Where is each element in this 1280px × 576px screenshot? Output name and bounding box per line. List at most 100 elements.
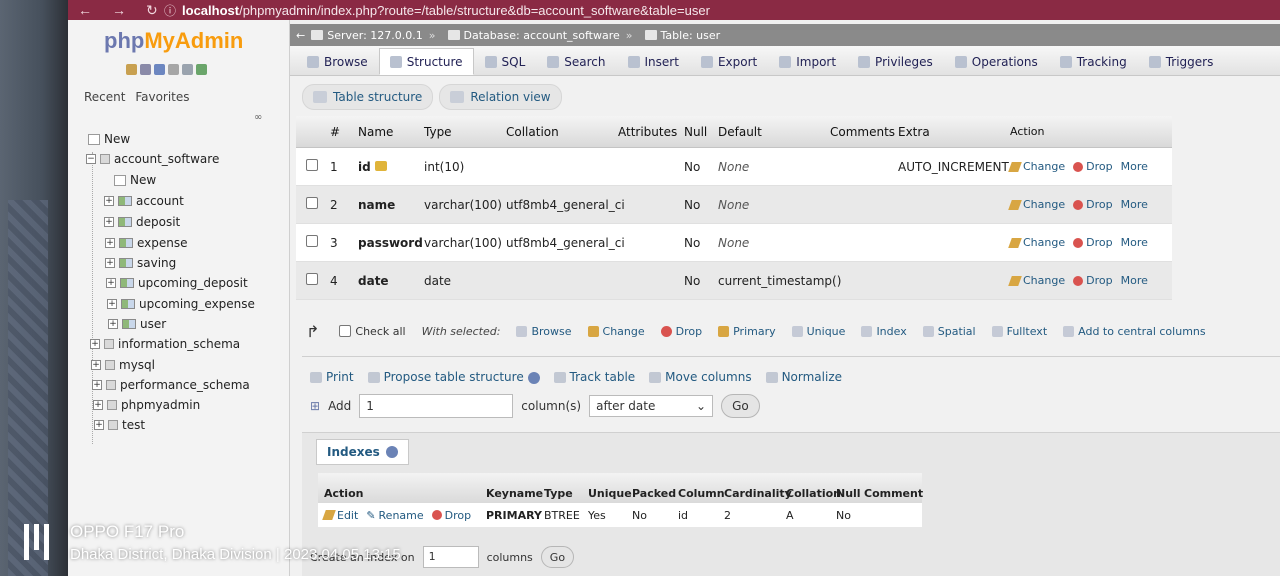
tree-item-mysql[interactable]: + mysql <box>91 358 155 372</box>
move-columns-link[interactable]: Move columns <box>649 370 752 384</box>
collapse-icon[interactable]: − <box>86 154 96 164</box>
expand-icon[interactable]: + <box>105 238 115 248</box>
breadcrumb-server[interactable]: Server: 127.0.0.1 <box>327 29 423 42</box>
bulk-unique-button[interactable]: Unique <box>791 325 845 338</box>
tab-browse[interactable]: Browse <box>296 48 379 75</box>
tab-insert[interactable]: Insert <box>617 48 690 75</box>
expand-icon[interactable]: + <box>105 258 115 268</box>
expand-icon[interactable]: + <box>90 339 100 349</box>
tab-import[interactable]: Import <box>768 48 847 75</box>
settings-icon[interactable] <box>182 64 193 75</box>
tree-item-deposit[interactable]: + deposit <box>104 215 180 229</box>
expand-icon[interactable]: + <box>104 217 114 227</box>
subtab-relation-view[interactable]: Relation view <box>439 84 562 110</box>
expand-icon[interactable]: + <box>107 299 117 309</box>
tree-item-performance-schema[interactable]: + performance_schema <box>92 378 250 392</box>
link-icon[interactable]: ∞ <box>254 112 262 123</box>
drop-button[interactable]: Drop <box>1073 198 1113 211</box>
tab-tracking[interactable]: Tracking <box>1049 48 1138 75</box>
drop-button[interactable]: Drop <box>1073 160 1113 173</box>
tab-structure[interactable]: Structure <box>378 48 474 75</box>
change-button[interactable]: Change <box>1008 160 1065 173</box>
reload-nav-icon[interactable] <box>196 64 207 75</box>
tree-item-account-software[interactable]: − account_software <box>86 152 219 166</box>
row-checkbox[interactable] <box>306 197 318 209</box>
reload-icon[interactable]: ↻ <box>146 2 158 19</box>
url-text[interactable]: localhost/phpmyadmin/index.php?route=/ta… <box>182 3 710 18</box>
more-button[interactable]: More <box>1121 236 1148 249</box>
add-count-input[interactable]: 1 <box>359 394 514 418</box>
bulk-browse-button[interactable]: Browse <box>516 325 572 338</box>
expand-icon[interactable]: + <box>94 420 104 430</box>
normalize-link[interactable]: Normalize <box>765 370 842 384</box>
row-checkbox[interactable] <box>306 235 318 247</box>
help-icon[interactable] <box>154 64 165 75</box>
subtab-table-structure[interactable]: Table structure <box>302 84 434 110</box>
address-bar[interactable]: ← → ↻ ⓘ localhost/phpmyadmin/index.php?r… <box>68 0 1280 20</box>
tab-triggers[interactable]: Triggers <box>1138 48 1225 75</box>
expand-icon[interactable]: + <box>93 400 103 410</box>
row-checkbox[interactable] <box>306 159 318 171</box>
change-button[interactable]: Change <box>1008 236 1065 249</box>
change-button[interactable]: Change <box>1008 198 1065 211</box>
drop-button[interactable]: Drop <box>1073 274 1113 287</box>
expand-icon[interactable]: + <box>104 196 114 206</box>
index-edit-button[interactable]: Edit <box>322 509 358 522</box>
tree-item-new[interactable]: New <box>88 132 130 146</box>
phpmyadmin-logo[interactable]: phpMyAdmin <box>104 28 243 54</box>
create-index-go-button[interactable]: Go <box>540 546 575 568</box>
row-checkbox[interactable] <box>306 273 318 285</box>
index-drop-button[interactable]: Drop <box>431 509 471 522</box>
expand-icon[interactable]: + <box>106 278 116 288</box>
bulk-change-button[interactable]: Change <box>587 325 645 338</box>
more-button[interactable]: More <box>1121 274 1148 287</box>
tree-item-information-schema[interactable]: + information_schema <box>90 337 240 351</box>
track-table-link[interactable]: Track table <box>553 370 635 384</box>
tab-privileges[interactable]: Privileges <box>847 48 944 75</box>
bulk-spatial-button[interactable]: Spatial <box>922 325 976 338</box>
index-rename-button[interactable]: ✎ Rename <box>366 509 423 522</box>
back-icon[interactable]: ← <box>78 2 92 19</box>
tree-item-account[interactable]: + account <box>104 194 184 208</box>
tree-item-upcoming-deposit[interactable]: + upcoming_deposit <box>106 276 248 290</box>
tree-item-saving[interactable]: + saving <box>105 256 176 270</box>
create-index-count-input[interactable]: 1 <box>422 546 479 568</box>
info-icon[interactable]: ⓘ <box>164 2 176 19</box>
indexes-toggle[interactable]: Indexes <box>316 439 409 465</box>
more-button[interactable]: More <box>1121 160 1148 173</box>
tree-item-test[interactable]: + test <box>94 418 145 432</box>
bulk-fulltext-button[interactable]: Fulltext <box>991 325 1047 338</box>
recent-tab[interactable]: Recent <box>84 90 125 104</box>
add-position-select[interactable]: after date ⌄ <box>589 395 714 417</box>
tree-item-user[interactable]: + user <box>108 317 166 331</box>
logout-icon[interactable] <box>140 64 151 75</box>
home-icon[interactable] <box>126 64 137 75</box>
tree-item-upcoming-expense[interactable]: + upcoming_expense <box>107 297 255 311</box>
tab-search[interactable]: Search <box>536 48 616 75</box>
breadcrumb-database[interactable]: Database: account_software <box>464 29 620 42</box>
expand-icon[interactable]: + <box>91 360 101 370</box>
bulk-central-columns-button[interactable]: Add to central columns <box>1063 325 1206 338</box>
forward-icon[interactable]: → <box>112 2 126 19</box>
expand-icon[interactable]: + <box>92 380 102 390</box>
breadcrumb-table[interactable]: Table: user <box>661 29 721 42</box>
bulk-index-button[interactable]: Index <box>861 325 907 338</box>
tree-item-new-table[interactable]: New <box>114 173 156 187</box>
change-button[interactable]: Change <box>1008 274 1065 287</box>
expand-icon[interactable]: + <box>108 319 118 329</box>
print-link[interactable]: Print <box>310 370 354 384</box>
collapse-arrow-icon[interactable]: ← <box>296 29 305 42</box>
docs-icon[interactable] <box>168 64 179 75</box>
propose-structure-link[interactable]: Propose table structure <box>367 370 540 384</box>
bulk-primary-button[interactable]: Primary <box>718 325 776 338</box>
tab-export[interactable]: Export <box>690 48 768 75</box>
tab-sql[interactable]: SQL <box>474 48 537 75</box>
more-button[interactable]: More <box>1121 198 1148 211</box>
add-go-button[interactable]: Go <box>721 394 760 418</box>
check-all[interactable]: Check all <box>339 325 406 338</box>
tree-item-expense[interactable]: + expense <box>105 236 188 250</box>
tab-operations[interactable]: Operations <box>944 48 1049 75</box>
tree-item-phpmyadmin[interactable]: + phpmyadmin <box>93 398 200 412</box>
check-all-checkbox[interactable] <box>339 325 352 337</box>
drop-button[interactable]: Drop <box>1073 236 1113 249</box>
